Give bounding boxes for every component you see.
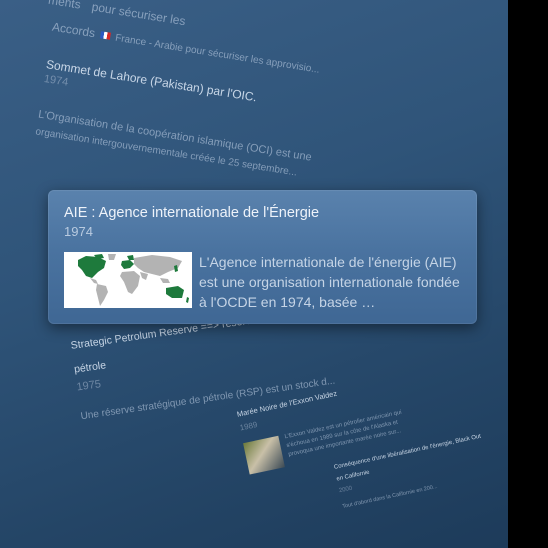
timeline-sheet-upper: ments pour sécuriser les Accords France … [35, 0, 508, 179]
event-card-aie[interactable]: AIE : Agence internationale de l'Énergie… [48, 190, 477, 324]
card-year: 1974 [64, 224, 93, 239]
entry-exxon-year: 1989 [238, 419, 259, 433]
france-flag-icon [99, 31, 111, 41]
card-title: AIE : Agence internationale de l'Énergie [64, 205, 320, 221]
card-description: L'Agence internationale de l'énergie (AI… [199, 254, 460, 310]
entry-strategic-title-2[interactable]: pétrole [73, 359, 106, 375]
entry-sommet-year: 1974 [42, 72, 70, 89]
entry-crisis-desc: Tout d'abord dans la Californie en 200..… [341, 483, 439, 510]
entry-crisis-title-2[interactable]: en Californie [336, 470, 370, 483]
world-map-icon [78, 254, 189, 306]
entry-crisis-year: 2000 [338, 485, 353, 495]
entry-strategic-year: 1975 [75, 378, 102, 394]
entry-sommet-title[interactable]: Sommet de Lahore (Pakistan) par l'OIC. [45, 57, 258, 104]
world-map-image [64, 252, 192, 308]
timeline-scene: ments pour sécuriser les Accords France … [0, 0, 508, 548]
screen-edge [508, 0, 548, 548]
exxon-thumbnail [243, 435, 285, 475]
